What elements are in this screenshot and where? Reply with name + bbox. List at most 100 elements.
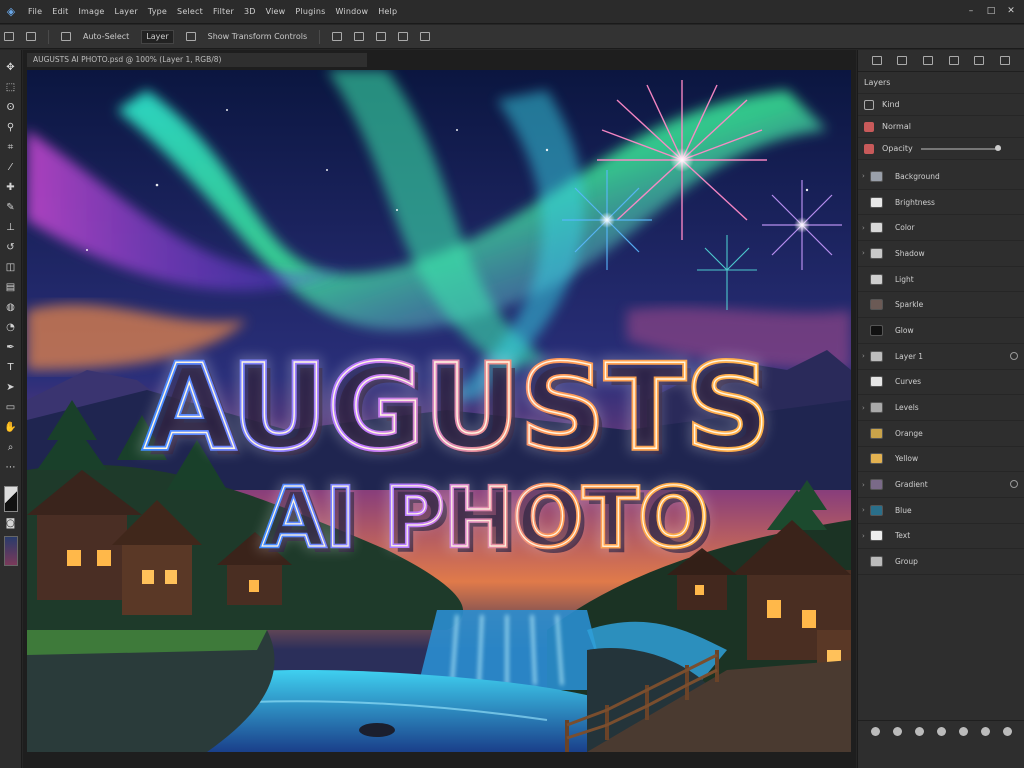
auto-select-label[interactable]: Auto-Select	[83, 32, 129, 41]
quick-select-icon[interactable]: ⚲	[4, 120, 18, 136]
blend-mode-select[interactable]: Normal	[882, 122, 911, 131]
layer-row[interactable]: Brightness	[858, 190, 1024, 216]
eyedropper-icon[interactable]: ⁄	[4, 160, 18, 176]
layer-select[interactable]: Layer	[141, 29, 174, 44]
layer-row[interactable]: Yellow	[858, 447, 1024, 473]
layer-row[interactable]: Orange	[858, 421, 1024, 447]
panel-tab-icon[interactable]	[974, 56, 985, 65]
screen-mode-icon[interactable]	[3, 536, 18, 566]
app-logo-icon[interactable]: ◈	[4, 5, 18, 19]
slider-knob[interactable]	[994, 144, 1001, 151]
maximize-icon[interactable]: □	[986, 5, 996, 17]
mask-icon[interactable]	[914, 727, 924, 736]
menu-edit[interactable]: Edit	[52, 7, 68, 16]
layer-row[interactable]: › Blue	[858, 498, 1024, 524]
checkbox-icon[interactable]	[61, 32, 71, 41]
lasso-tool-icon[interactable]: ʘ	[4, 100, 18, 116]
align-right-icon[interactable]	[376, 32, 387, 41]
opacity-slider[interactable]	[920, 144, 1001, 151]
align-left-icon[interactable]	[332, 32, 343, 41]
menu-plugins[interactable]: Plugins	[295, 7, 325, 16]
adjustment-icon[interactable]	[936, 727, 946, 736]
new-layer-icon[interactable]	[981, 727, 991, 736]
panel-tab-icon[interactable]	[871, 56, 882, 65]
distribute-icon[interactable]	[398, 32, 409, 41]
blend-mode-row[interactable]: Normal	[858, 116, 1024, 138]
crop-tool-icon[interactable]: ⌗	[4, 140, 18, 156]
layer-row[interactable]: Light	[858, 267, 1024, 293]
healing-brush-icon[interactable]: ✚	[4, 180, 18, 196]
expand-caret-icon[interactable]: ›	[862, 481, 870, 489]
menu-image[interactable]: Image	[78, 7, 104, 16]
menu-layer[interactable]: Layer	[115, 7, 138, 16]
layer-row[interactable]: Group	[858, 549, 1024, 575]
close-icon[interactable]: ✕	[1006, 5, 1016, 17]
minimize-icon[interactable]: –	[966, 5, 976, 17]
pen-tool-icon[interactable]: ✒	[4, 340, 18, 356]
menu-window[interactable]: Window	[335, 7, 368, 16]
menu-file[interactable]: File	[28, 7, 42, 16]
layer-row[interactable]: › Color	[858, 215, 1024, 242]
gradient-tool-icon[interactable]: ▤	[4, 280, 18, 296]
opacity-row[interactable]: Opacity	[858, 138, 1024, 160]
move-tool-icon[interactable]: ✥	[4, 60, 18, 76]
layer-row[interactable]: › Text	[858, 524, 1024, 550]
expand-caret-icon[interactable]: ›	[862, 249, 870, 257]
type-tool-icon[interactable]: T	[4, 360, 18, 376]
shape-tool-icon[interactable]: ▭	[4, 400, 18, 416]
more-options-icon[interactable]	[420, 32, 431, 41]
menu-help[interactable]: Help	[378, 7, 397, 16]
align-center-icon[interactable]	[354, 32, 365, 41]
expand-caret-icon[interactable]: ›	[862, 172, 870, 180]
panel-tab-icon[interactable]	[948, 56, 959, 65]
menu-select[interactable]: Select	[177, 7, 203, 16]
expand-caret-icon[interactable]: ›	[862, 224, 870, 232]
group-icon[interactable]	[959, 727, 969, 736]
expand-caret-icon[interactable]: ›	[862, 506, 870, 514]
expand-caret-icon[interactable]: ›	[862, 352, 870, 360]
image-canvas[interactable]: AUGUSTS AUGUSTS AUGUSTS AUGUSTS AI PHOTO…	[27, 70, 851, 752]
layer-row[interactable]: › Shadow	[858, 241, 1024, 267]
eraser-tool-icon[interactable]: ◫	[4, 260, 18, 276]
brush-tool-icon[interactable]: ✎	[4, 200, 18, 216]
layer-effects-icon[interactable]	[1010, 351, 1018, 360]
home-icon[interactable]	[4, 32, 14, 41]
filter-kind-row[interactable]: Kind	[858, 94, 1024, 116]
menu-type[interactable]: Type	[148, 7, 167, 16]
layers-header[interactable]: Layers	[858, 72, 1024, 94]
menu-filter[interactable]: Filter	[213, 7, 234, 16]
hand-tool-icon[interactable]: ✋	[4, 420, 18, 436]
blur-tool-icon[interactable]: ◍	[4, 300, 18, 316]
history-brush-icon[interactable]: ↺	[4, 240, 18, 256]
layer-row[interactable]: › Background	[858, 164, 1024, 190]
menu-view[interactable]: View	[266, 7, 286, 16]
panel-menu-icon[interactable]	[1000, 56, 1011, 65]
color-swatches[interactable]	[3, 486, 18, 512]
panel-tab-icon[interactable]	[897, 56, 908, 65]
layer-row[interactable]: Sparkle	[858, 292, 1024, 319]
link-layers-icon[interactable]	[870, 727, 880, 736]
move-tool-icon[interactable]	[26, 32, 36, 41]
layer-row[interactable]: › Layer 1	[858, 344, 1024, 370]
dodge-tool-icon[interactable]: ◔	[4, 320, 18, 336]
layer-row[interactable]: › Gradient	[858, 472, 1024, 498]
layer-row[interactable]: › Levels	[858, 395, 1024, 421]
more-tools-icon[interactable]: ⋯	[4, 460, 18, 476]
document-tab[interactable]: AUGUSTS AI PHOTO.psd @ 100% (Layer 1, RG…	[27, 53, 367, 67]
show-transform-label[interactable]: Show Transform Controls	[208, 32, 308, 41]
panel-tab-icon[interactable]	[923, 56, 934, 65]
menu-3d[interactable]: 3D	[244, 7, 256, 16]
quick-mask-icon[interactable]: ◙	[4, 516, 18, 532]
zoom-tool-icon[interactable]: ⌕	[4, 440, 18, 456]
marquee-tool-icon[interactable]: ⬚	[4, 80, 18, 96]
checkbox-icon[interactable]	[185, 32, 196, 41]
layer-row[interactable]: Curves	[858, 370, 1024, 396]
trash-icon[interactable]	[1003, 727, 1013, 736]
layer-row[interactable]: Glow	[858, 318, 1024, 344]
path-select-icon[interactable]: ➤	[4, 380, 18, 396]
fx-icon[interactable]	[892, 727, 902, 736]
layer-effects-icon[interactable]	[1010, 480, 1018, 489]
stamp-tool-icon[interactable]: ⊥	[4, 220, 18, 236]
expand-caret-icon[interactable]: ›	[862, 532, 870, 540]
expand-caret-icon[interactable]: ›	[862, 404, 870, 412]
